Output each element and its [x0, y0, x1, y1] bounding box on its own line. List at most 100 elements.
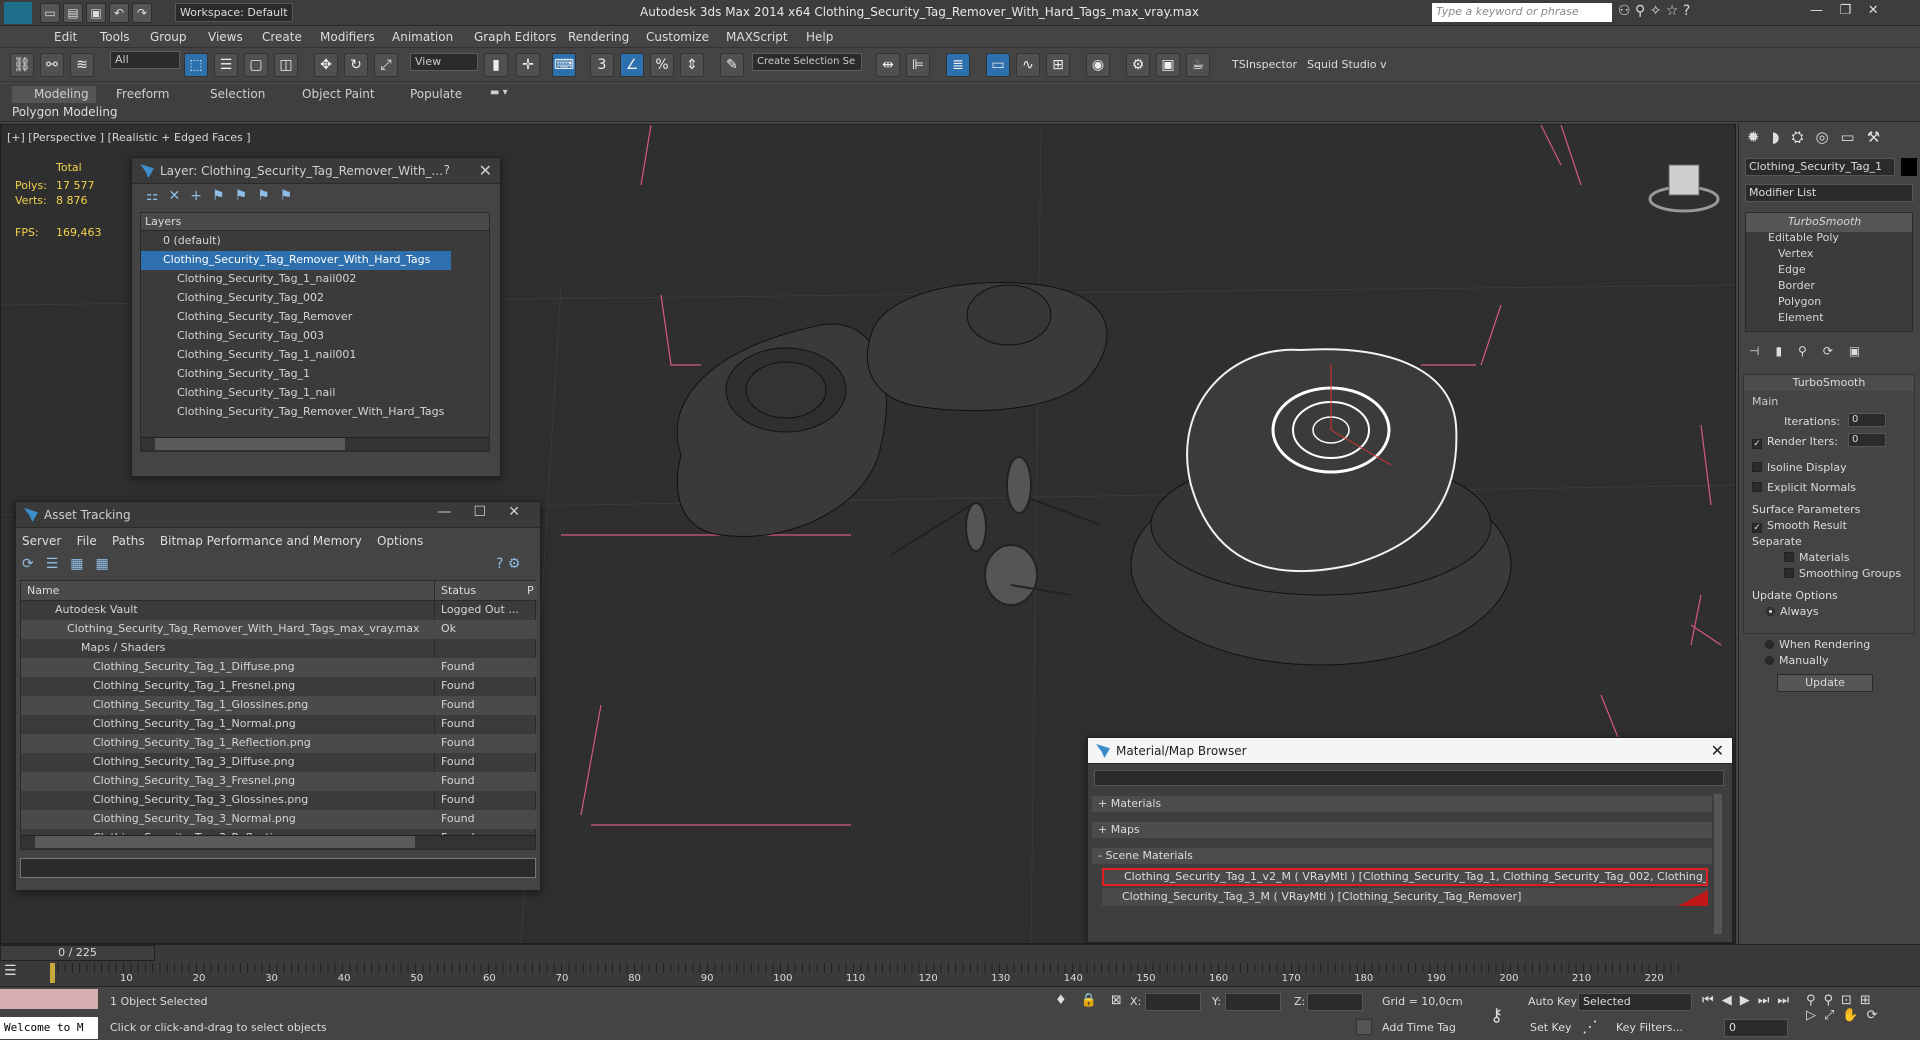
asset-row[interactable]: Clothing_Security_Tag_1_Glossines.png Fou…: [21, 696, 537, 715]
menu-rendering[interactable]: Rendering: [568, 30, 629, 44]
layer-row[interactable]: Clothing_Security_Tag_Remover_With_Hard_…: [141, 403, 481, 422]
asset-menu-server[interactable]: Server: [22, 534, 61, 548]
pivot-center-icon[interactable]: ▮: [484, 53, 508, 77]
align-icon[interactable]: ⊫: [906, 53, 930, 77]
asset-row[interactable]: Clothing_Security_Tag_3_Fresnel.png Found: [21, 772, 537, 791]
lock-selection-icons[interactable]: ♦🔒⊠: [1055, 993, 1136, 1008]
scale-icon[interactable]: ⤢: [374, 53, 398, 77]
menu-tools[interactable]: Tools: [100, 30, 130, 44]
timeline-ruler[interactable]: [50, 963, 1682, 973]
asset-row[interactable]: Clothing_Security_Tag_Remover_With_Hard_…: [21, 620, 537, 639]
mirror-icon[interactable]: ⇹: [876, 53, 900, 77]
manually-radio[interactable]: [1765, 656, 1774, 665]
spinner-snap-icon[interactable]: ⇕: [680, 53, 704, 77]
asset-row[interactable]: Autodesk Vault Logged Out ...: [21, 601, 537, 620]
horizontal-scrollbar[interactable]: [141, 437, 489, 451]
named-selection-sets[interactable]: Create Selection Se: [752, 53, 862, 71]
smooth-result-checkbox[interactable]: ✓: [1752, 523, 1762, 533]
asset-row[interactable]: Maps / Shaders: [21, 639, 537, 658]
key-filters-button[interactable]: Key Filters...: [1616, 1021, 1683, 1034]
section-scene-materials[interactable]: - Scene Materials: [1092, 848, 1712, 864]
asset-toolbar-icons[interactable]: ⟳☰▦▦: [22, 556, 121, 572]
menu-animation[interactable]: Animation: [392, 30, 453, 44]
select-by-name-icon[interactable]: ☰: [214, 53, 238, 77]
layer-row[interactable]: Clothing_Security_Tag_002: [141, 289, 481, 308]
menu-modifiers[interactable]: Modifiers: [320, 30, 375, 44]
explicit-normals-checkbox[interactable]: [1752, 482, 1762, 492]
new-icon[interactable]: ▭: [40, 3, 60, 23]
security-tag-middle[interactable]: [866, 282, 1108, 412]
timeline[interactable]: 0 / 225 ☰ 10 20 30 40 50 60 70 80 90 100 110 120 130…: [0, 944, 1920, 986]
layer-row[interactable]: Clothing_Security_Tag_1_nail: [141, 384, 481, 403]
iterations-spinner[interactable]: 0: [1848, 413, 1886, 427]
rendered-frame-icon[interactable]: ▣: [1156, 53, 1180, 77]
add-time-tag[interactable]: Add Time Tag: [1382, 1021, 1456, 1034]
material-browser-titlebar[interactable]: Material/Map Browser ✕: [1088, 738, 1732, 764]
nails[interactable]: [890, 456, 1102, 606]
viewport-nav-controls[interactable]: ⚲⚲⊡⊞ ▷⤢✋⟳: [1806, 993, 1885, 1023]
snaps-toggle-icon[interactable]: 3: [590, 53, 614, 77]
asset-menu-file[interactable]: File: [77, 534, 97, 548]
menu-create[interactable]: Create: [262, 30, 302, 44]
window-crossing-icon[interactable]: ◫: [274, 53, 298, 77]
isoline-checkbox[interactable]: [1752, 462, 1762, 472]
ribbon-options-icon[interactable]: ▬ ▾: [490, 87, 508, 98]
tab-freeform[interactable]: Freeform: [116, 87, 169, 101]
asset-row[interactable]: Clothing_Security_Tag_1_Diffuse.png Found: [21, 658, 537, 677]
modifier-list-dropdown[interactable]: Modifier List: [1745, 184, 1913, 202]
y-coordinate-field[interactable]: [1225, 993, 1281, 1011]
rect-selection-icon[interactable]: ▢: [244, 53, 268, 77]
col-p[interactable]: P: [527, 584, 534, 597]
time-cursor[interactable]: [50, 963, 55, 983]
tab-object-paint[interactable]: Object Paint: [302, 87, 375, 101]
open-icon[interactable]: ▤: [63, 3, 83, 23]
layer-row[interactable]: Clothing_Security_Tag_003: [141, 327, 481, 346]
turbosmooth-rollout-title[interactable]: TurboSmooth: [1744, 375, 1914, 391]
asset-row[interactable]: Clothing_Security_Tag_1_Reflection.png Fo…: [21, 734, 537, 753]
schematic-view-icon[interactable]: ⊞: [1046, 53, 1070, 77]
material-item-selected[interactable]: Clothing_Security_Tag_1_v2_M ( VRayMtl )…: [1102, 868, 1708, 886]
select-object-icon[interactable]: ⬚: [184, 53, 208, 77]
layer-row[interactable]: 0 (default): [141, 232, 481, 251]
reference-coordinate-dropdown[interactable]: View: [410, 53, 478, 71]
horizontal-scrollbar[interactable]: [21, 835, 535, 849]
col-status[interactable]: Status: [441, 584, 476, 597]
layer-row-selected[interactable]: Clothing_Security_Tag_Remover_With_Hard_…: [141, 251, 451, 270]
tab-populate[interactable]: Populate: [410, 87, 462, 101]
maxscript-mini-listener[interactable]: Welcome to M: [0, 1017, 98, 1039]
asset-menu-paths[interactable]: Paths: [112, 534, 145, 548]
menu-group[interactable]: Group: [150, 30, 187, 44]
when-rendering-radio[interactable]: [1765, 640, 1774, 649]
asset-menu-options[interactable]: Options: [377, 534, 423, 548]
materials-checkbox[interactable]: [1784, 552, 1794, 562]
selection-filter[interactable]: All: [110, 51, 180, 69]
auto-key-button[interactable]: Auto Key: [1528, 995, 1577, 1008]
link-icon[interactable]: ⛓: [10, 53, 34, 77]
security-tag-remover[interactable]: [1130, 348, 1512, 666]
asset-row[interactable]: Clothing_Security_Tag_3_Normal.png Found: [21, 810, 537, 829]
unlink-icon[interactable]: ⚯: [40, 53, 64, 77]
set-key-button[interactable]: Set Key: [1530, 1021, 1572, 1034]
smoothing-groups-checkbox[interactable]: [1784, 568, 1794, 578]
time-tag-icon[interactable]: [1356, 1019, 1372, 1035]
percent-snap-icon[interactable]: %: [650, 53, 674, 77]
graphite-toggle-icon[interactable]: ▭: [986, 53, 1010, 77]
current-frame-field[interactable]: 0: [1724, 1019, 1788, 1037]
layer-row[interactable]: Clothing_Security_Tag_Remover: [141, 308, 481, 327]
render-iters-checkbox[interactable]: ✓: [1752, 439, 1762, 449]
tab-selection[interactable]: Selection: [210, 87, 265, 101]
layer-row[interactable]: Clothing_Security_Tag_1_nail002: [141, 270, 481, 289]
modifier-stack[interactable]: TurboSmooth Editable Poly Vertex Edge Bo…: [1745, 212, 1913, 332]
viewcube[interactable]: [1648, 164, 1720, 213]
bind-space-warp-icon[interactable]: ≋: [70, 53, 94, 77]
asset-window-titlebar[interactable]: Asset Tracking — ☐ ✕: [16, 502, 540, 528]
always-radio[interactable]: [1766, 607, 1775, 616]
move-icon[interactable]: ✥: [314, 53, 338, 77]
squid-studio-label[interactable]: Squid Studio v: [1307, 58, 1387, 71]
layer-row[interactable]: Clothing_Security_Tag_1_nail001: [141, 346, 481, 365]
security-tag-left[interactable]: [676, 323, 887, 537]
search-input[interactable]: Type a keyword or phrase: [1432, 3, 1612, 22]
material-search-input[interactable]: [1094, 770, 1724, 786]
asset-help-icon[interactable]: ? ⚙: [496, 556, 520, 572]
object-color-swatch[interactable]: [1901, 158, 1917, 176]
